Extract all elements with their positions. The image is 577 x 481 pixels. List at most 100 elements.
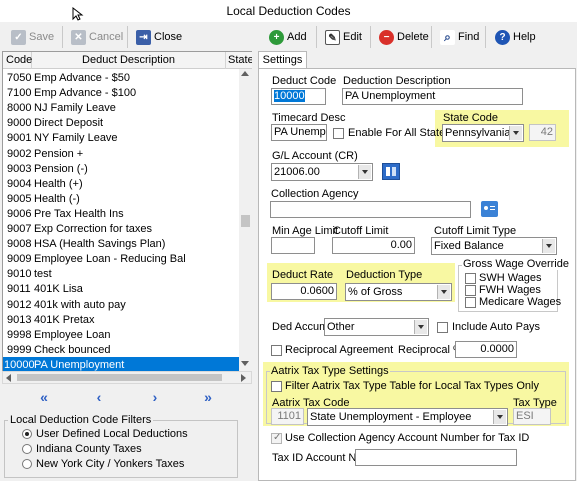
table-row[interactable]: 9009 Employee Loan - Reducing Bal — [3, 251, 240, 267]
tab-settings[interactable]: Settings — [258, 51, 307, 69]
deduct-rate-input[interactable]: 0.0600 — [271, 283, 337, 300]
cutoff-limit-type-select[interactable]: Fixed Balance — [431, 237, 557, 255]
filter-option-label[interactable]: Indiana County Taxes — [36, 443, 142, 455]
deduct-code-input[interactable]: 10000 — [271, 88, 326, 105]
row-description: Emp Advance - $100 — [34, 87, 137, 100]
scroll-right-icon[interactable] — [241, 374, 246, 382]
table-row[interactable]: 8000 NJ Family Leave — [3, 100, 240, 116]
ded-accum-label: Ded Accum — [272, 321, 329, 333]
aatrix-tax-code-select[interactable]: State Unemployment - Employee — [307, 408, 508, 426]
table-row[interactable]: 9999 Check bounced — [3, 342, 240, 358]
table-row[interactable]: 9011 401K Lisa — [3, 281, 240, 297]
table-row[interactable]: 9001 NY Family Leave — [3, 130, 240, 146]
table-row[interactable]: 9012 401k with auto pay — [3, 297, 240, 313]
row-description: Health (-) — [34, 192, 80, 205]
delete-button[interactable]: − Delete — [374, 26, 436, 48]
medicare-wages-checkbox[interactable] — [465, 297, 476, 308]
close-button[interactable]: ⇥ Close — [131, 26, 189, 48]
scroll-up-icon[interactable] — [241, 71, 249, 76]
deduction-description-input[interactable]: PA Unemployment — [342, 88, 523, 105]
column-header-code[interactable]: Code — [3, 52, 32, 69]
include-auto-pays-checkbox[interactable] — [437, 322, 448, 333]
column-header-state[interactable]: State — [226, 52, 252, 69]
deduction-type-select[interactable]: % of Gross — [345, 283, 452, 301]
timecard-desc-input[interactable]: PA Unemp — [271, 124, 327, 141]
row-description: test — [34, 268, 52, 281]
row-description: Emp Advance - $50 — [34, 72, 131, 84]
table-row[interactable]: 9005 Health (-) — [3, 191, 240, 207]
first-record-button[interactable]: « — [34, 389, 54, 405]
reciprocal-agreement-checkbox[interactable] — [271, 345, 282, 356]
filter-aatrix-checkbox[interactable] — [271, 381, 282, 392]
table-row[interactable]: 9002 Pension + — [3, 146, 240, 162]
save-button[interactable]: ✓ Save — [6, 26, 61, 48]
scroll-thumb[interactable] — [241, 215, 250, 227]
enable-all-states-label[interactable]: Enable For All States — [348, 127, 451, 139]
swh-wages-checkbox[interactable] — [465, 273, 476, 284]
chevron-down-icon — [542, 239, 555, 253]
help-button[interactable]: ? Help — [490, 26, 543, 48]
previous-record-button[interactable]: ‹ — [89, 389, 109, 405]
table-row[interactable]: 7100 Emp Advance - $100 — [3, 85, 240, 101]
tax-id-account-input[interactable] — [355, 449, 517, 466]
list-vertical-scrollbar[interactable] — [239, 69, 252, 371]
medicare-wages-label[interactable]: Medicare Wages — [479, 296, 561, 308]
table-row[interactable]: 9998 Employee Loan — [3, 327, 240, 343]
add-button[interactable]: + Add — [264, 26, 314, 48]
filter-radio-indiana[interactable] — [22, 444, 32, 454]
table-row[interactable]: 9006 Pre Tax Health Ins — [3, 206, 240, 222]
include-auto-pays-label[interactable]: Include Auto Pays — [452, 321, 540, 333]
window-title: Local Deduction Codes — [0, 0, 577, 22]
table-row[interactable]: 9000 Direct Deposit — [3, 115, 240, 131]
swh-wages-label[interactable]: SWH Wages — [479, 272, 542, 284]
row-description: Check bounced — [34, 343, 111, 356]
ded-accum-select[interactable]: Other — [324, 318, 429, 336]
cancel-button[interactable]: ✕ Cancel — [66, 26, 130, 48]
row-description: 401k with auto pay — [34, 298, 126, 311]
table-row[interactable]: 9013 401K Pretax — [3, 312, 240, 328]
row-description: Direct Deposit — [34, 117, 104, 130]
contact-card-icon[interactable] — [481, 201, 498, 217]
table-row[interactable]: 7050 Emp Advance - $50 — [3, 70, 240, 86]
table-row[interactable]: 9004 Health (+) — [3, 176, 240, 192]
next-record-button[interactable]: › — [145, 389, 165, 405]
reciprocal-pct-label: Reciprocal % — [398, 344, 463, 356]
scroll-thumb[interactable] — [17, 374, 222, 381]
min-age-input[interactable] — [271, 237, 315, 254]
state-code-select[interactable]: Pennsylvania — [442, 124, 524, 142]
filter-option-label[interactable]: User Defined Local Deductions — [36, 428, 188, 440]
scroll-left-icon[interactable] — [6, 374, 11, 382]
last-record-button[interactable]: » — [198, 389, 218, 405]
table-row[interactable]: 9003 Pension (-) — [3, 161, 240, 177]
gross-wage-override-title: Gross Wage Override — [462, 258, 570, 270]
cutoff-limit-input[interactable]: 0.00 — [332, 237, 415, 254]
edit-button[interactable]: ✎ Edit — [320, 26, 369, 48]
filter-radio-nyc-yonkers[interactable] — [22, 459, 32, 469]
table-row[interactable]: 9010 test — [3, 266, 240, 282]
table-row[interactable]: 9007 Exp Correction for taxes — [3, 221, 240, 237]
fwh-wages-checkbox[interactable] — [465, 285, 476, 296]
filter-option-label[interactable]: New York City / Yonkers Taxes — [36, 458, 184, 470]
gl-lookup-icon[interactable] — [382, 163, 400, 180]
use-collection-agency-label: Use Collection Agency Account Number for… — [285, 432, 530, 444]
help-icon: ? — [495, 30, 510, 45]
filter-group-title: Local Deduction Code Filters — [8, 414, 154, 426]
enable-all-states-checkbox[interactable] — [333, 128, 344, 139]
reciprocal-agreement-label[interactable]: Reciprocal Agreement — [285, 344, 393, 356]
column-header-description[interactable]: Deduct Description — [32, 52, 226, 69]
scroll-down-icon[interactable] — [241, 361, 249, 366]
gl-account-select[interactable]: 21006.00 — [271, 163, 373, 181]
state-code-label: State Code — [443, 112, 499, 124]
deduction-list[interactable]: Code Deduct Description State 7050 Emp Ad… — [2, 51, 252, 373]
collection-agency-input[interactable] — [270, 201, 471, 218]
list-horizontal-scrollbar[interactable] — [2, 371, 252, 384]
fwh-wages-label[interactable]: FWH Wages — [479, 284, 541, 296]
filter-aatrix-label[interactable]: Filter Aatrix Tax Type Table for Local T… — [285, 380, 539, 392]
state-number-input: 42 — [529, 124, 556, 141]
find-button[interactable]: ⌕ Find — [435, 26, 486, 48]
table-row[interactable]: 9008 HSA (Health Savings Plan) — [3, 236, 240, 252]
filter-radio-user-defined[interactable] — [22, 429, 32, 439]
chevron-down-icon — [509, 126, 522, 140]
aatrix-tax-code-input: 1101 — [271, 408, 304, 425]
reciprocal-pct-input[interactable]: 0.0000 — [455, 341, 517, 358]
